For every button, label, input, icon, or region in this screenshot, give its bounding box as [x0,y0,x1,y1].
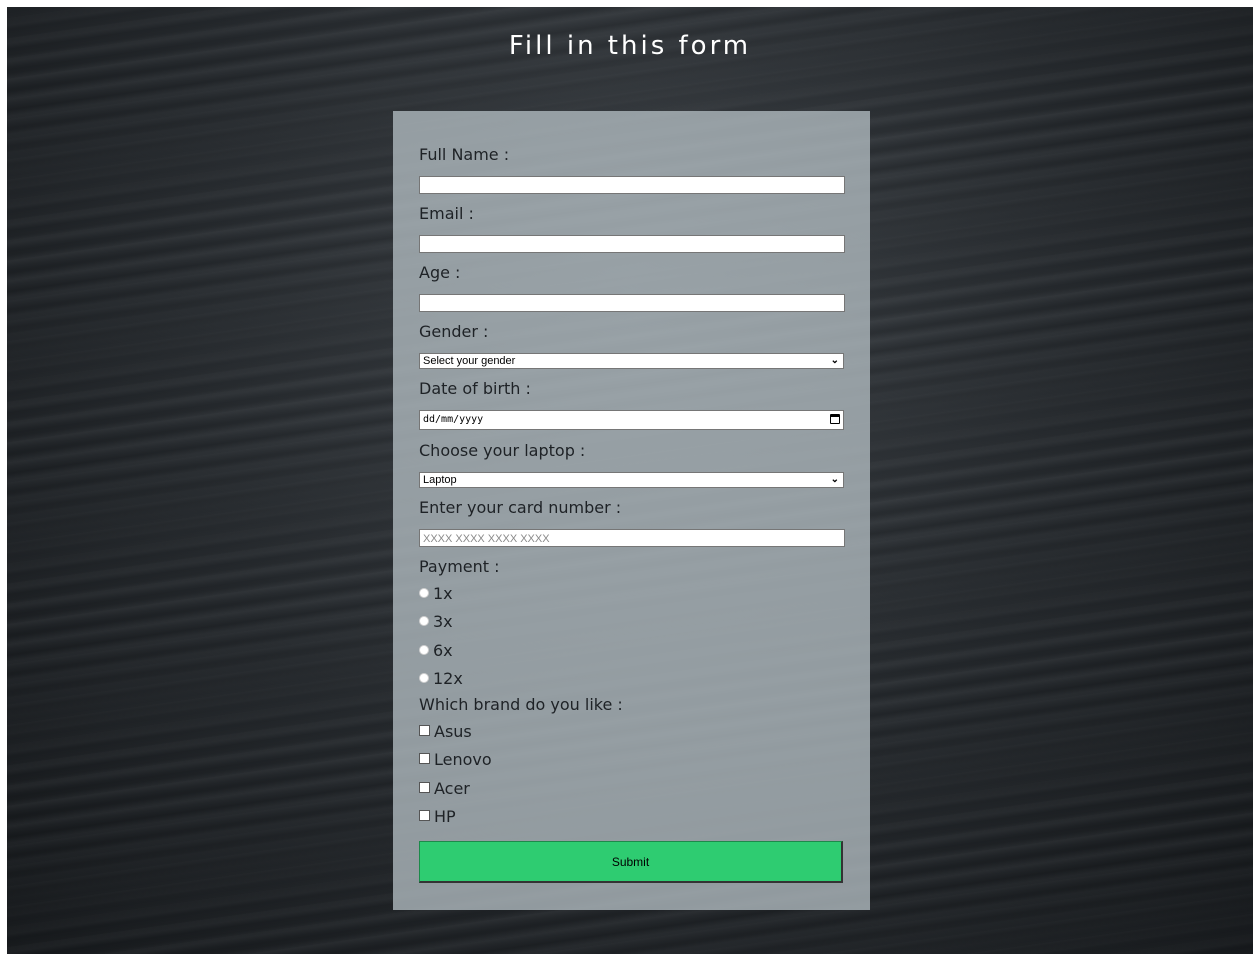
checkbox[interactable] [419,782,430,793]
page-title: Fill in this form [508,31,752,61]
brand-option-label: Asus [434,722,472,741]
page-background: Fill in this form Full Name : Email : Ag… [7,7,1253,954]
payment-option-1x[interactable]: 1x [419,584,453,604]
brand-option-lenovo[interactable]: Lenovo [419,750,492,770]
full-name-label: Full Name : [419,145,510,164]
payment-label: Payment : [419,557,500,576]
submit-button[interactable]: Submit [419,841,843,883]
age-input[interactable] [419,294,845,312]
payment-option-label: 1x [433,584,453,603]
checkbox[interactable] [419,810,430,821]
brand-option-label: HP [434,807,456,826]
radio-button[interactable] [419,615,429,626]
brand-option-hp[interactable]: HP [419,807,456,827]
card-label: Enter your card number : [419,498,622,517]
payment-option-label: 3x [433,612,453,631]
dob-input[interactable]: dd/mm/yyyy [419,410,844,430]
brand-option-label: Acer [434,779,470,798]
brand-option-asus[interactable]: Asus [419,722,472,742]
email-label: Email : [419,204,474,223]
radio-button[interactable] [419,587,429,598]
brands-label: Which brand do you like : [419,695,623,714]
age-label: Age : [419,263,461,282]
laptop-label: Choose your laptop : [419,441,586,460]
calendar-icon[interactable] [830,414,840,424]
payment-option-3x[interactable]: 3x [419,612,453,632]
payment-option-label: 12x [433,669,463,688]
laptop-select-value: Laptop [423,474,457,486]
checkbox[interactable] [419,725,430,736]
dob-placeholder: dd/mm/yyyy [423,414,484,425]
checkbox[interactable] [419,753,430,764]
laptop-select[interactable]: Laptop ⌄ [419,472,844,488]
card-number-placeholder: XXXX XXXX XXXX XXXX [423,533,550,545]
gender-select-value: Select your gender [423,355,516,367]
gender-label: Gender : [419,322,489,341]
payment-option-6x[interactable]: 6x [419,641,453,661]
full-name-input[interactable] [419,176,845,194]
form-panel: Full Name : Email : Age : Gender : Selec… [393,111,870,910]
chevron-down-icon: ⌄ [830,355,839,366]
payment-option-label: 6x [433,641,453,660]
brand-option-label: Lenovo [434,750,492,769]
email-input[interactable] [419,235,845,253]
brand-option-acer[interactable]: Acer [419,779,470,799]
radio-button[interactable] [419,644,429,655]
radio-button[interactable] [419,672,429,683]
payment-option-12x[interactable]: 12x [419,669,463,689]
chevron-down-icon: ⌄ [830,474,839,485]
gender-select[interactable]: Select your gender ⌄ [419,353,844,369]
card-number-input[interactable]: XXXX XXXX XXXX XXXX [419,529,845,547]
dob-label: Date of birth : [419,379,531,398]
